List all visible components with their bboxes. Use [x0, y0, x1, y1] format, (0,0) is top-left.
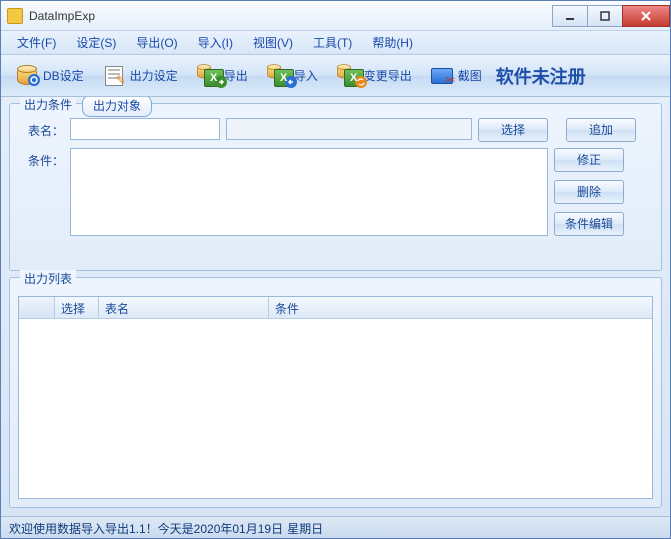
table-name-input[interactable] — [70, 118, 220, 140]
minimize-button[interactable] — [552, 5, 588, 27]
app-window: DataImpExp 文件(F) 设定(S) 导出(O) 导入(I) 视图(V)… — [0, 0, 671, 539]
menu-view[interactable]: 视图(V) — [243, 31, 303, 54]
grid-body[interactable] — [19, 319, 652, 498]
grid-header: 选择 表名 条件 — [19, 297, 652, 319]
edit-button[interactable]: 修正 — [554, 148, 624, 172]
menu-import[interactable]: 导入(I) — [188, 31, 243, 54]
screenshot-icon: ✂ — [430, 64, 454, 88]
tb-screenshot[interactable]: ✂ 截图 — [422, 60, 490, 92]
close-button[interactable] — [622, 5, 670, 27]
menu-file[interactable]: 文件(F) — [7, 31, 66, 54]
grid-corner[interactable] — [19, 297, 55, 318]
menu-settings[interactable]: 设定(S) — [66, 31, 126, 54]
menu-help[interactable]: 帮助(H) — [362, 31, 423, 54]
tb-import-label: 导入 — [294, 67, 318, 84]
maximize-button[interactable] — [587, 5, 623, 27]
select-button[interactable]: 选择 — [478, 118, 548, 142]
window-buttons — [553, 5, 670, 27]
tb-output-settings-label: 出力设定 — [130, 67, 178, 84]
tab-output-target[interactable]: 出力对象 — [82, 97, 152, 117]
condition-row: 条件： 修正 删除 条件编辑 — [18, 148, 653, 236]
col-table[interactable]: 表名 — [99, 297, 269, 318]
tb-export[interactable]: 导出 — [188, 60, 256, 92]
client-area: 出力条件 出力对象 表名： 选择 追加 条件： 修正 删除 条件编辑 — [1, 97, 670, 516]
status-weekday: 星期日 — [287, 520, 323, 535]
tb-export-label: 导出 — [224, 67, 248, 84]
output-grid[interactable]: 选择 表名 条件 — [18, 296, 653, 499]
table-row: 表名： 选择 追加 — [18, 118, 653, 142]
tb-import[interactable]: 导入 — [258, 60, 326, 92]
col-select[interactable]: 选择 — [55, 297, 99, 318]
database-icon — [15, 64, 39, 88]
output-conditions-group: 出力条件 出力对象 表名： 选择 追加 条件： 修正 删除 条件编辑 — [9, 103, 662, 271]
menubar: 文件(F) 设定(S) 导出(O) 导入(I) 视图(V) 工具(T) 帮助(H… — [1, 31, 670, 55]
tb-screenshot-label: 截图 — [458, 67, 482, 84]
table-name-label: 表名： — [18, 118, 64, 139]
unregistered-label: 软件未注册 — [496, 63, 586, 89]
titlebar: DataImpExp — [1, 1, 670, 31]
tb-output-settings[interactable]: ✎ 出力设定 — [94, 60, 186, 92]
condition-textarea[interactable] — [70, 148, 548, 236]
toolbar: DB设定 ✎ 出力设定 导出 导入 变更导出 ✂ 截图 软件未注册 — [1, 55, 670, 97]
import-icon — [266, 64, 290, 88]
col-condition[interactable]: 条件 — [269, 297, 652, 318]
app-icon — [7, 8, 23, 24]
delete-button[interactable]: 删除 — [554, 180, 624, 204]
tb-db-settings[interactable]: DB设定 — [7, 60, 92, 92]
table-desc-input — [226, 118, 472, 140]
statusbar: 欢迎使用数据导入导出1.1！今天是2020年01月19日 星期日 — [1, 516, 670, 538]
window-title: DataImpExp — [29, 9, 553, 23]
export-icon — [196, 64, 220, 88]
output-conditions-label: 出力条件 — [20, 97, 76, 113]
tb-change-export[interactable]: 变更导出 — [328, 60, 420, 92]
menu-export[interactable]: 导出(O) — [126, 31, 187, 54]
condition-edit-button[interactable]: 条件编辑 — [554, 212, 624, 236]
tb-change-export-label: 变更导出 — [364, 67, 412, 84]
right-buttons: 修正 删除 条件编辑 — [554, 148, 624, 236]
tabs: 出力对象 — [82, 97, 152, 117]
change-export-icon — [336, 64, 360, 88]
sheet-edit-icon: ✎ — [102, 64, 126, 88]
tb-db-settings-label: DB设定 — [43, 67, 84, 84]
menu-tools[interactable]: 工具(T) — [303, 31, 362, 54]
output-list-group: 出力列表 选择 表名 条件 — [9, 277, 662, 508]
output-list-label: 出力列表 — [20, 270, 76, 287]
status-text: 欢迎使用数据导入导出1.1！今天是2020年01月19日 — [9, 520, 283, 535]
condition-label: 条件： — [18, 148, 64, 169]
add-button[interactable]: 追加 — [566, 118, 636, 142]
